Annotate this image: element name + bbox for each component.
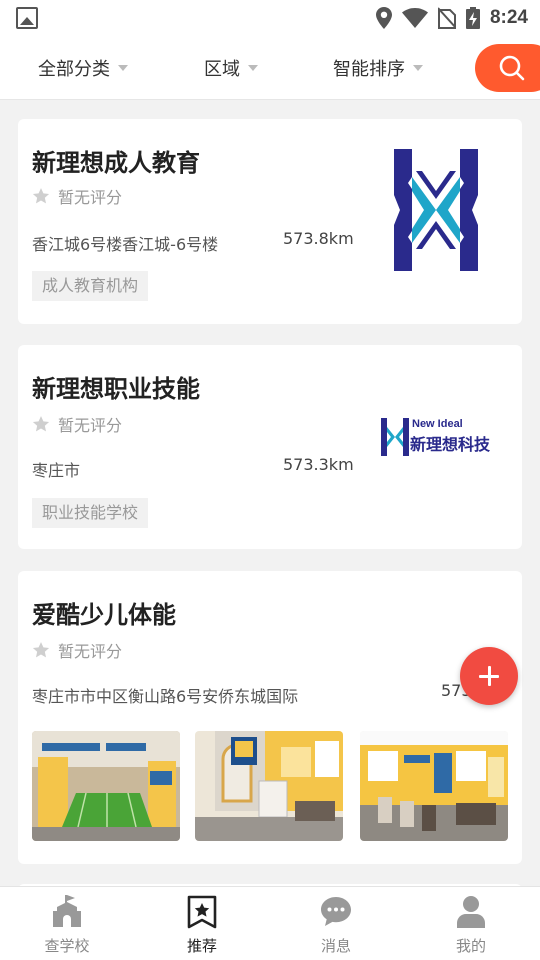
category-tag: 职业技能学校 [32,498,149,528]
bottom-nav: 查学校 推荐 消息 我的 [0,886,540,960]
gallery-icon [16,7,38,29]
caret-down-icon [413,65,423,71]
school-card[interactable]: 新理想职业技能 暂无评分 枣庄市 573.3km 职业技能学校 New Idea… [18,345,522,549]
filter-category[interactable]: 全部分类 [38,56,128,80]
caret-down-icon [248,65,258,71]
caret-down-icon [118,65,128,71]
school-distance: 573.3km [283,455,354,474]
wifi-icon [401,8,428,28]
status-bar: 8:24 [0,0,540,36]
school-icon [53,895,81,927]
status-time: 8:24 [489,7,528,28]
nav-label: 查学校 [44,937,90,955]
no-sim-icon [437,7,456,29]
rating: 暂无评分 [32,185,122,207]
nav-item-find-school[interactable]: 查学校 [22,895,112,957]
rating: 暂无评分 [32,639,122,661]
school-distance: 573.8km [283,229,354,248]
search-icon [499,55,525,81]
x-logo [394,149,478,271]
school-card[interactable]: 新理想成人教育 暂无评分 香江城6号楼香江城-6号楼 573.8km 成人教育机… [18,119,522,324]
school-address: 枣庄市市中区衡山路6号安侨东城国际 [32,687,299,706]
x-logo-small [381,418,409,456]
filter-region[interactable]: 区域 [204,56,258,80]
location-icon [375,7,392,29]
rating-text: 暂无评分 [58,416,123,435]
school-card[interactable]: 爱酷少儿体能 暂无评分 枣庄市市中区衡山路6号安侨东城国际 573 [18,571,522,864]
school-name: 新理想成人教育 [32,149,200,177]
nav-label: 推荐 [186,937,217,955]
bookmark-star-icon [187,895,217,929]
filter-bar: 全部分类 区域 智能排序 [0,36,540,100]
rating-text: 暂无评分 [58,642,123,661]
person-icon [457,896,485,928]
rating-text: 暂无评分 [58,188,123,207]
new-ideal-logo: New Ideal 新理想科技 [378,415,508,459]
gym-photo-1[interactable] [32,731,180,841]
filter-region-label: 区域 [204,59,240,80]
nav-item-recommend[interactable]: 推荐 [157,895,247,957]
nav-label: 我的 [455,937,486,955]
rating: 暂无评分 [32,413,122,435]
star-icon [32,188,50,204]
school-name: 爱酷少儿体能 [32,601,176,629]
category-tag: 成人教育机构 [32,271,149,301]
filter-sort[interactable]: 智能排序 [333,56,423,80]
school-address: 枣庄市 [32,461,81,480]
star-icon [32,642,50,658]
school-address: 香江城6号楼香江城-6号楼 [32,235,219,254]
nav-label: 消息 [320,937,351,955]
chat-bubble-icon [321,897,351,926]
logo-text-en: New Ideal [412,418,463,430]
nav-item-messages[interactable]: 消息 [291,895,381,957]
nav-item-profile[interactable]: 我的 [426,895,516,957]
star-icon [32,416,50,432]
filter-sort-label: 智能排序 [333,59,405,80]
logo-text-cn: 新理想科技 [410,435,491,454]
gym-photo-2[interactable] [195,731,343,841]
search-button[interactable] [475,44,540,92]
add-button[interactable] [460,647,518,705]
filter-category-label: 全部分类 [38,59,110,80]
school-name: 新理想职业技能 [32,375,200,403]
battery-charging-icon [465,7,480,29]
gym-photo-3[interactable] [360,731,508,841]
